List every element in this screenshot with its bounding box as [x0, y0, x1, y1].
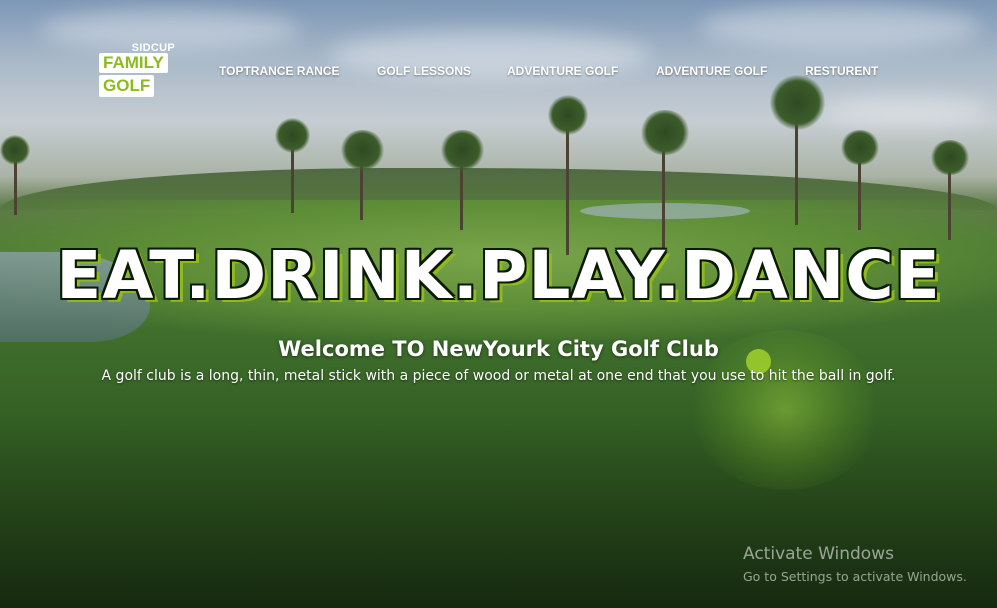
nav-item-toptrance-rance[interactable]: TOPTRANCE RANCE: [219, 64, 339, 78]
watermark-subtitle: Go to Settings to activate Windows.: [743, 569, 967, 584]
hero-headline: EAT.DRINK.PLAY.DANCE: [56, 237, 941, 314]
nav-item-adventure-golf-2[interactable]: ADVENTURE GOLF: [656, 64, 767, 78]
welcome-heading: Welcome TO NewYourk City Golf Club: [278, 337, 719, 361]
palm-tree: [930, 140, 970, 240]
palm-tree: [340, 130, 385, 220]
cloud: [820, 95, 990, 125]
site-logo[interactable]: SIDCUP FAMILY GOLF: [99, 42, 179, 100]
hero-description: A golf club is a long, thin, metal stick…: [101, 368, 896, 384]
nav-item-resturent[interactable]: RESTURENT: [805, 64, 878, 78]
palm-tree: [275, 118, 310, 213]
logo-line-golf: GOLF: [99, 75, 155, 97]
palm-tree: [548, 95, 588, 255]
palm-tree: [770, 75, 825, 225]
nav-item-golf-lessons[interactable]: GOLF LESSONS: [377, 64, 471, 78]
logo-line-family: FAMILY: [99, 53, 168, 73]
nav-item-adventure-golf[interactable]: ADVENTURE GOLF: [507, 64, 618, 78]
palm-tree: [840, 130, 880, 230]
activate-windows-watermark: Activate Windows Go to Settings to activ…: [743, 543, 967, 586]
cloud: [700, 5, 980, 50]
hero-section: SIDCUP FAMILY GOLF TOPTRANCE RANCE GOLF …: [0, 0, 997, 608]
palm-tree: [440, 130, 485, 230]
palm-tree: [0, 135, 30, 215]
watermark-title: Activate Windows: [743, 544, 894, 564]
